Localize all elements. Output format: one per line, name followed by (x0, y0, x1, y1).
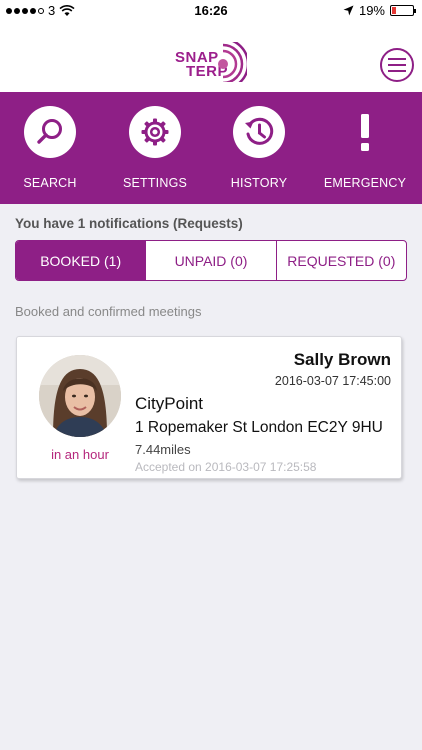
status-right: 19% (343, 3, 416, 18)
menu-line (388, 70, 406, 72)
meeting-distance: 7.44miles (135, 442, 191, 457)
snapterp-logo: SNAP TERP (175, 42, 247, 84)
battery-fill (392, 7, 396, 14)
notifications-heading: You have 1 notifications (Requests) (15, 216, 243, 231)
toolbar-history[interactable]: HISTORY (214, 106, 304, 190)
emergency-label: EMERGENCY (323, 176, 407, 190)
search-button[interactable] (24, 106, 76, 158)
settings-button[interactable] (129, 106, 181, 158)
history-button[interactable] (233, 106, 285, 158)
search-label: SEARCH (23, 176, 77, 190)
battery-percent: 19% (358, 3, 385, 18)
avatar-photo (39, 355, 121, 437)
app-header: SNAP TERP (0, 22, 422, 92)
location-arrow-icon (343, 5, 354, 16)
history-clock-icon (245, 117, 274, 145)
section-caption: Booked and confirmed meetings (15, 304, 202, 319)
tab-booked[interactable]: BOOKED (1) (16, 241, 147, 280)
hamburger-menu-button[interactable] (380, 48, 414, 82)
avatar (39, 355, 121, 437)
battery-icon (390, 5, 416, 16)
accepted-timestamp: Accepted on 2016-03-07 17:25:58 (135, 460, 317, 474)
meeting-datetime: 2016-03-07 17:45:00 (274, 374, 391, 388)
tab-unpaid[interactable]: UNPAID (0) (146, 241, 277, 280)
eta-label: in an hour (51, 447, 109, 462)
meeting-address: 1 Ropemaker St London EC2Y 9HU (135, 419, 383, 436)
place-name: CityPoint (135, 394, 204, 413)
search-icon (37, 119, 62, 144)
main-toolbar: SEARCH SETTINGS HISTORY EMERGENCY (0, 92, 422, 204)
emergency-button[interactable] (339, 106, 391, 158)
logo-waves-icon (218, 42, 247, 82)
status-bar: 3 16:26 19% (0, 0, 422, 22)
settings-label: SETTINGS (122, 176, 188, 190)
toolbar-settings[interactable]: SETTINGS (110, 106, 200, 190)
menu-line (388, 58, 406, 60)
booking-tabs: BOOKED (1) UNPAID (0) REQUESTED (0) (15, 240, 407, 281)
toolbar-emergency[interactable]: EMERGENCY (320, 106, 410, 190)
menu-line (388, 64, 406, 66)
toolbar-search[interactable]: SEARCH (5, 106, 95, 190)
meeting-card[interactable]: in an hour Sally Brown 2016-03-07 17:45:… (16, 336, 402, 479)
history-label: HISTORY (230, 176, 288, 190)
client-name: Sally Brown (293, 350, 391, 369)
gear-icon (141, 118, 169, 146)
tab-requested[interactable]: REQUESTED (0) (277, 241, 406, 280)
exclamation-icon (361, 114, 369, 151)
